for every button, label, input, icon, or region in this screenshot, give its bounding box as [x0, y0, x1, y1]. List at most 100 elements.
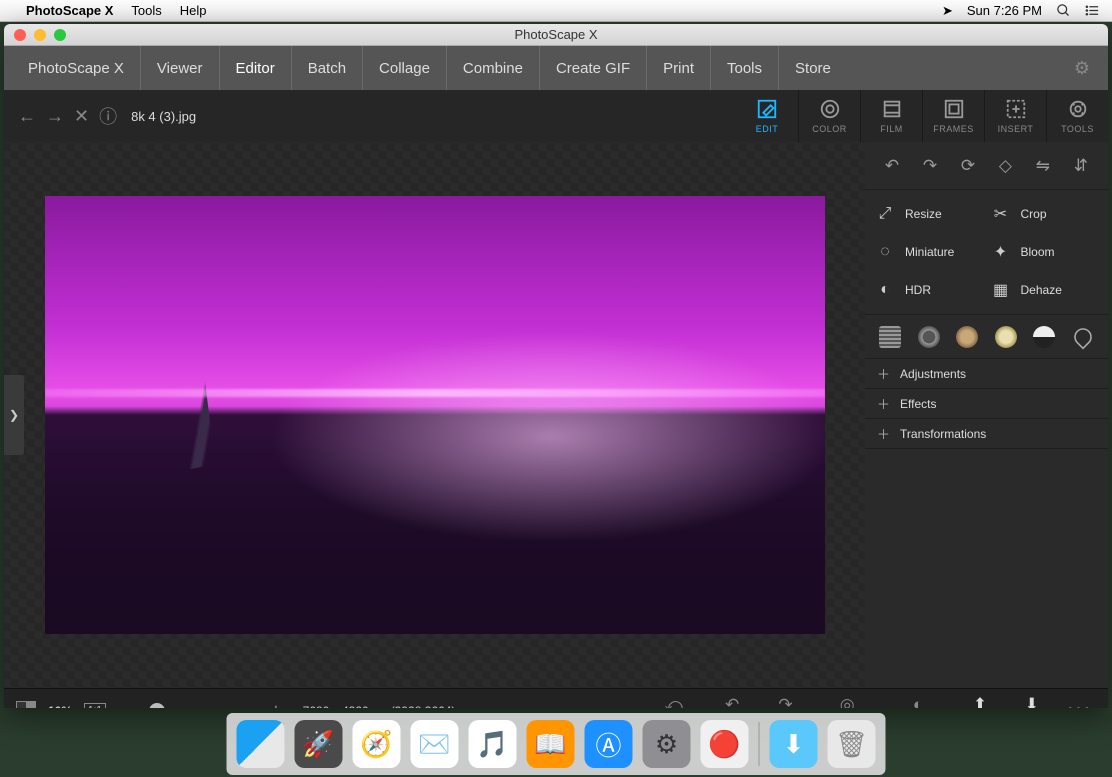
preset-circle-2[interactable]: [956, 326, 978, 348]
rotate-90-icon[interactable]: ⟳: [961, 156, 975, 176]
hdr-icon: ◐: [875, 281, 895, 299]
background-toggle-icon[interactable]: [16, 701, 36, 709]
zoom-level[interactable]: 10%: [48, 704, 72, 709]
window-title: PhotoScape X: [4, 27, 1108, 42]
menubar-cursor-icon[interactable]: ➤: [942, 3, 953, 19]
editor-toolbar: ← → ✕ ⓘ 8k 4 (3).jpg EDIT COLOR FILM FRA…: [4, 90, 1108, 142]
tab-combine[interactable]: Combine: [446, 46, 539, 90]
dock-separator: [759, 722, 760, 766]
dock-itunes[interactable]: 🎵: [469, 720, 517, 768]
preset-circle-4[interactable]: [1033, 326, 1055, 348]
edit-panel: ↶ ↷ ⟳ ◇ ⇋ ⇵ ⤢Resize ✂Crop ◌Miniature ✦Bl…: [865, 142, 1108, 688]
tool-hdr[interactable]: ◐HDR: [875, 280, 983, 300]
resize-icon: ⤢: [875, 205, 895, 223]
straighten-icon[interactable]: ◇: [999, 156, 1012, 176]
nav-back-icon[interactable]: ←: [18, 106, 36, 127]
dock-safari[interactable]: 🧭: [353, 720, 401, 768]
save-button[interactable]: ⬇SAVE: [1012, 695, 1051, 708]
menubar-clock[interactable]: Sun 7:26 PM: [967, 3, 1042, 18]
compare-icon: ◐: [913, 695, 923, 708]
tab-collage[interactable]: Collage: [362, 46, 446, 90]
zoom-slider-thumb[interactable]: [149, 703, 165, 709]
accordion-adjustments[interactable]: ＋Adjustments: [865, 359, 1108, 389]
zoom-out-button[interactable]: −: [118, 702, 127, 709]
tool-bloom[interactable]: ✦Bloom: [991, 242, 1099, 262]
plus-icon: ＋: [877, 394, 890, 413]
preset-circle-3[interactable]: [995, 326, 1017, 348]
tab-creategif[interactable]: Create GIF: [539, 46, 646, 90]
sidebar-expand-handle[interactable]: ❯: [4, 375, 24, 455]
tab-editor[interactable]: Editor: [219, 46, 291, 90]
dock-appstore[interactable]: Ⓐ: [585, 720, 633, 768]
dock-system-preferences[interactable]: ⚙: [643, 720, 691, 768]
tab-store[interactable]: Store: [778, 46, 847, 90]
dock-ibooks[interactable]: 📖: [527, 720, 575, 768]
tool-dehaze[interactable]: ▦Dehaze: [991, 280, 1099, 300]
preset-drop-icon[interactable]: [1070, 324, 1095, 349]
tab-photoscapex[interactable]: PhotoScape X: [12, 46, 140, 90]
nav-forward-icon[interactable]: →: [46, 106, 64, 127]
canvas-area[interactable]: ❯: [4, 142, 865, 688]
accordion-transformations[interactable]: ＋Transformations: [865, 419, 1108, 449]
compare-button[interactable]: ◐COMPARE: [888, 695, 947, 708]
nav-close-icon[interactable]: ✕: [74, 106, 89, 127]
save-icon: ⬇: [1025, 695, 1039, 708]
original-icon: ◎: [840, 695, 855, 708]
undo-button[interactable]: ↶UNDO: [711, 695, 753, 708]
open-button[interactable]: ⬆OPEN: [960, 695, 1001, 708]
original-button[interactable]: ◎ORIGINAL: [818, 695, 876, 708]
flip-vertical-icon[interactable]: ⇵: [1074, 156, 1088, 176]
current-filename: 8k 4 (3).jpg: [131, 109, 196, 124]
category-frames[interactable]: FRAMES: [922, 90, 984, 142]
preset-lines-icon[interactable]: [879, 326, 901, 348]
category-edit[interactable]: EDIT: [736, 90, 798, 142]
menubar-list-icon[interactable]: [1085, 3, 1100, 18]
tab-tools[interactable]: Tools: [710, 46, 778, 90]
dock-mail[interactable]: ✉️: [411, 720, 459, 768]
flip-horizontal-icon[interactable]: ⇋: [1036, 156, 1050, 176]
plus-icon: ＋: [877, 424, 890, 443]
revert-button[interactable]: ⤺REVERT: [648, 695, 699, 708]
settings-gear-icon[interactable]: ⚙: [1064, 58, 1100, 79]
window-titlebar[interactable]: PhotoScape X: [4, 24, 1108, 46]
miniature-icon: ◌: [875, 243, 895, 261]
preset-circle-1[interactable]: [918, 326, 940, 348]
dehaze-icon: ▦: [991, 280, 1011, 300]
redo-button[interactable]: ↷REDO: [765, 695, 806, 708]
redo-icon: ↷: [778, 695, 792, 708]
edited-image[interactable]: [45, 196, 825, 634]
zoom-actual-button[interactable]: 1:1: [84, 703, 106, 708]
rotate-left-icon[interactable]: ↶: [885, 156, 899, 176]
accordion-effects[interactable]: ＋Effects: [865, 389, 1108, 419]
tool-crop[interactable]: ✂Crop: [991, 204, 1099, 224]
spotlight-icon[interactable]: [1056, 3, 1071, 18]
cursor-position: (3928,3664): [391, 704, 456, 709]
dock-photoscape[interactable]: 🔴: [701, 720, 749, 768]
undo-icon: ↶: [725, 695, 739, 708]
menubar-app-name[interactable]: PhotoScape X: [26, 3, 113, 18]
tab-batch[interactable]: Batch: [291, 46, 362, 90]
tool-resize[interactable]: ⤢Resize: [875, 204, 983, 224]
category-tools[interactable]: TOOLS: [1046, 90, 1108, 142]
tool-miniature[interactable]: ◌Miniature: [875, 242, 983, 262]
dock-launchpad[interactable]: 🚀: [295, 720, 343, 768]
status-bar: 10% 1:1 − + 7680 x 4320 (3928,3664) ⤺REV…: [4, 688, 1108, 708]
tab-viewer[interactable]: Viewer: [140, 46, 219, 90]
dock-downloads[interactable]: ⬇: [770, 720, 818, 768]
more-menu-button[interactable]: •••: [1063, 700, 1096, 708]
dock-finder[interactable]: [237, 720, 285, 768]
info-icon[interactable]: ⓘ: [99, 103, 117, 129]
tab-print[interactable]: Print: [646, 46, 710, 90]
dock-trash[interactable]: 🗑: [828, 720, 876, 768]
category-film[interactable]: FILM: [860, 90, 922, 142]
revert-icon: ⤺: [665, 695, 683, 708]
rotate-right-icon[interactable]: ↷: [923, 156, 937, 176]
menu-tools[interactable]: Tools: [131, 3, 161, 18]
color-icon: [819, 98, 841, 120]
zoom-in-button[interactable]: +: [271, 702, 280, 709]
category-color[interactable]: COLOR: [798, 90, 860, 142]
menu-help[interactable]: Help: [180, 3, 207, 18]
edit-icon: [756, 98, 778, 120]
category-insert[interactable]: INSERT: [984, 90, 1046, 142]
crop-icon: ✂: [991, 204, 1011, 224]
